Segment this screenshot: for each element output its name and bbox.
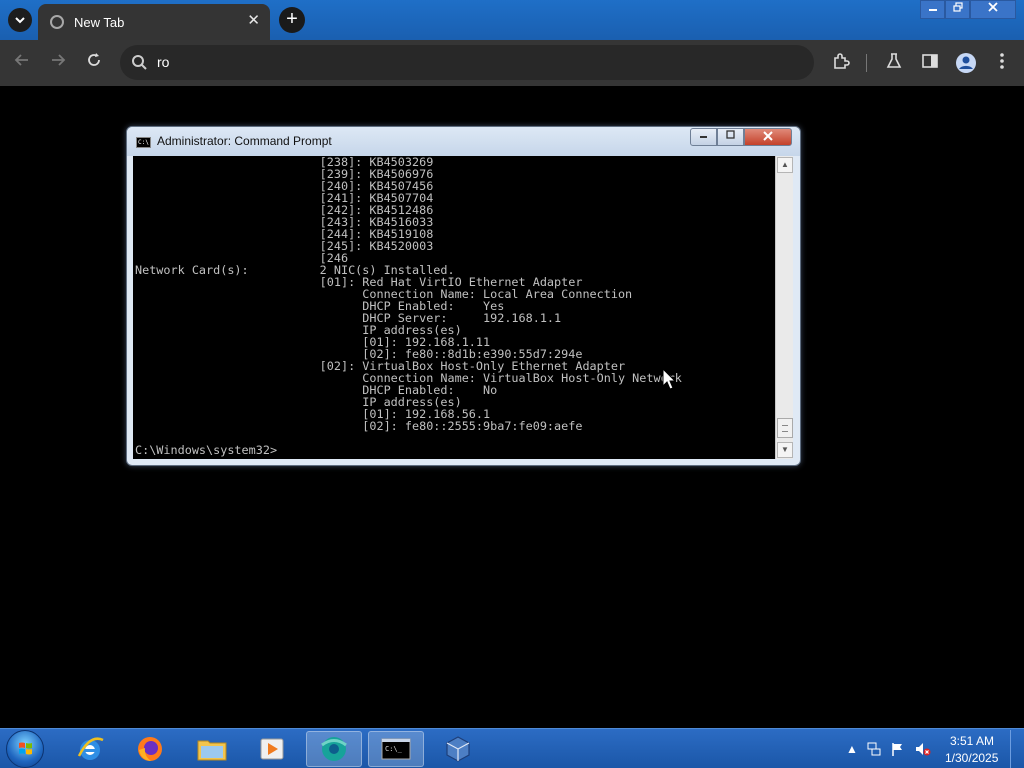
- new-tab-favicon-icon: [50, 15, 64, 29]
- extensions-button[interactable]: [830, 52, 852, 74]
- command-prompt-window[interactable]: C:\ Administrator: Command Prompt [238]:…: [126, 126, 801, 466]
- profile-button[interactable]: [955, 52, 977, 74]
- console-scrollbar[interactable]: ▲ ▼: [775, 156, 793, 459]
- reload-icon: [88, 53, 100, 66]
- windows-taskbar: C:\_ ▲ 3:51 AM 1/30/2025: [0, 728, 1024, 768]
- taskbar-windows-explorer[interactable]: [184, 731, 240, 767]
- scroll-down-button[interactable]: ▼: [777, 442, 793, 458]
- arrow-left-icon: [14, 54, 28, 66]
- svg-text:C:\_: C:\_: [385, 745, 403, 753]
- command-prompt-icon: C:\: [136, 137, 151, 148]
- chrome-icon: [321, 737, 347, 761]
- start-button[interactable]: [6, 730, 44, 768]
- show-desktop-button[interactable]: [1010, 730, 1024, 768]
- volume-muted-icon[interactable]: [914, 741, 932, 757]
- windows-logo-icon: [19, 742, 32, 755]
- action-center-flag-icon[interactable]: [890, 741, 906, 757]
- side-panel-button[interactable]: [919, 52, 941, 74]
- address-bar[interactable]: ro: [120, 45, 814, 80]
- chevron-down-icon: [15, 17, 25, 24]
- search-icon: [132, 55, 147, 70]
- scroll-up-button[interactable]: ▲: [777, 157, 793, 173]
- cmd-window-title: Administrator: Command Prompt: [157, 134, 332, 148]
- taskbar-virtualbox[interactable]: [430, 731, 486, 767]
- arrow-right-icon: [52, 54, 66, 66]
- maximize-icon: [726, 130, 735, 139]
- console-line: [02]: fe80::2555:9ba7:fe09:aefe: [135, 419, 583, 433]
- tab-title: New Tab: [74, 14, 125, 30]
- flask-icon: [886, 53, 902, 68]
- virtualbox-icon: [446, 736, 470, 762]
- minimize-icon: [700, 136, 707, 138]
- console-text: [238]: KB4503269 [239]: KB4506976 [240]:…: [135, 156, 682, 456]
- scrollbar-thumb[interactable]: [777, 418, 793, 438]
- folder-icon: [197, 740, 227, 761]
- close-icon: [763, 131, 773, 141]
- clock-date[interactable]: 1/30/2025: [945, 751, 998, 765]
- internet-explorer-icon: [77, 737, 104, 760]
- forward-button[interactable]: [47, 52, 69, 74]
- taskbar-chrome[interactable]: [306, 731, 362, 767]
- chrome-menu-button[interactable]: [991, 52, 1013, 74]
- console-line: C:\Windows\system32>: [135, 443, 278, 457]
- reload-button[interactable]: [83, 52, 105, 74]
- cmd-minimize-button[interactable]: [690, 128, 717, 146]
- new-tab-button[interactable]: +: [279, 7, 305, 33]
- cmd-close-button[interactable]: [744, 128, 792, 146]
- puzzle-piece-icon: [834, 53, 850, 69]
- tab-close-icon[interactable]: ✕: [247, 13, 260, 29]
- minimize-window-button[interactable]: [920, 0, 945, 19]
- taskbar-command-prompt[interactable]: C:\_: [368, 731, 424, 767]
- more-vertical-icon: [1000, 53, 1004, 69]
- chrome-labs-button[interactable]: [883, 52, 905, 74]
- tab-new-tab[interactable]: New Tab ✕: [38, 4, 270, 40]
- browser-tabstrip: New Tab ✕ +: [0, 0, 1024, 40]
- cmd-maximize-button[interactable]: [717, 128, 744, 146]
- cmd-titlebar[interactable]: C:\ Administrator: Command Prompt: [127, 127, 800, 156]
- clock-time[interactable]: 3:51 AM: [950, 734, 994, 748]
- toolbar-separator: [866, 54, 867, 72]
- taskbar-media-player[interactable]: [244, 731, 300, 767]
- tab-search-button[interactable]: [8, 8, 32, 32]
- back-button[interactable]: [11, 52, 33, 74]
- browser-toolbar: ro: [0, 40, 1024, 86]
- media-player-icon: [260, 738, 284, 760]
- address-bar-text[interactable]: ro: [157, 54, 169, 70]
- restore-icon: [952, 2, 963, 12]
- minimize-icon: [928, 9, 937, 11]
- network-icon[interactable]: [866, 741, 882, 757]
- taskbar-firefox[interactable]: [122, 731, 178, 767]
- firefox-icon: [138, 737, 162, 761]
- command-prompt-icon: C:\_: [381, 738, 411, 760]
- console-output[interactable]: [238]: KB4503269 [239]: KB4506976 [240]:…: [133, 156, 775, 459]
- side-panel-icon: [922, 54, 938, 68]
- taskbar-internet-explorer[interactable]: [62, 731, 118, 767]
- close-icon: [988, 2, 998, 12]
- tray-show-hidden-icon[interactable]: ▲: [846, 742, 858, 756]
- close-window-button[interactable]: [970, 0, 1016, 19]
- restore-window-button[interactable]: [945, 0, 970, 19]
- avatar-icon: [956, 53, 976, 73]
- mouse-pointer-icon: [662, 368, 676, 390]
